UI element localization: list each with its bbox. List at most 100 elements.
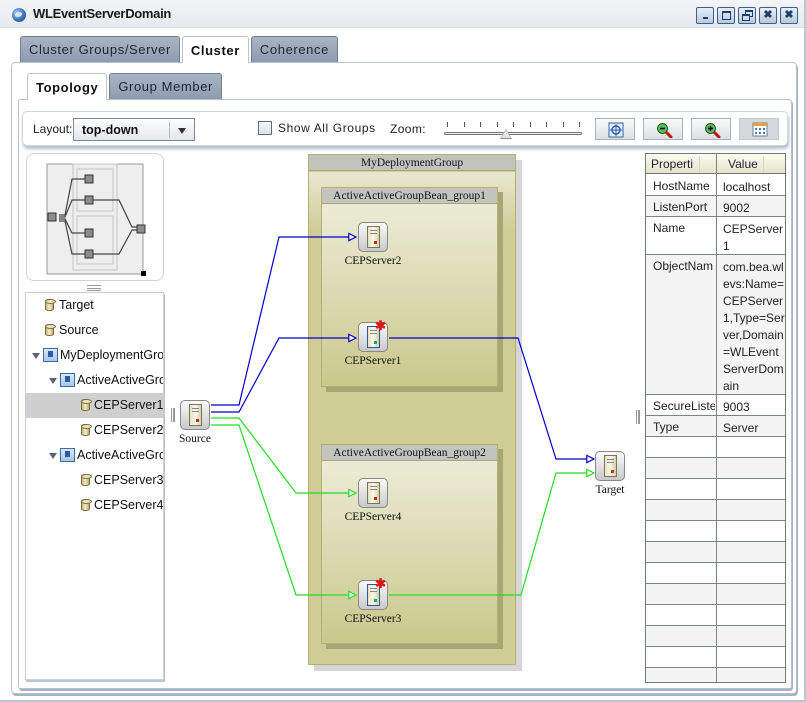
tab-cluster-groups-server[interactable]: Cluster Groups/Server — [20, 36, 180, 62]
property-value: localhost — [723, 180, 771, 194]
node-label-source: Source — [179, 433, 211, 445]
close-all-icon: ✖ — [763, 9, 773, 21]
primary-star-icon: ✱ — [375, 318, 386, 333]
property-value: com.bea.wlevs:Name=CEPServer1,Type=Serve… — [723, 260, 785, 393]
restore-button[interactable] — [738, 7, 756, 24]
maximize-icon — [722, 11, 731, 20]
edge-source-cep1 — [211, 338, 356, 413]
property-value: 9003 — [723, 400, 750, 414]
tab-coherence[interactable]: Coherence — [250, 36, 338, 62]
node-cepserver2[interactable] — [358, 222, 388, 252]
inner-tab-bar: Topology Group Member — [27, 73, 222, 100]
minimize-icon — [703, 17, 708, 19]
node-source[interactable] — [180, 400, 210, 430]
server-icon — [45, 299, 56, 311]
overview-minimap[interactable] — [26, 153, 164, 281]
node-label-cepserver3: CEPServer3 — [344, 613, 402, 625]
tree-item-target[interactable]: Target — [26, 293, 163, 318]
group-icon — [43, 348, 58, 362]
close-all-button[interactable]: ✖ — [759, 7, 777, 24]
close-button[interactable]: ✖ — [780, 7, 798, 24]
tree-item-source[interactable]: Source — [26, 318, 163, 343]
property-key: SecureListe — [653, 399, 715, 413]
node-cepserver1[interactable]: ✱ — [358, 318, 388, 352]
server-icon — [81, 424, 92, 436]
topology-tree: Target Source MyDeploymentGro ActiveActi… — [25, 292, 164, 680]
grid-view-button[interactable] — [739, 118, 779, 140]
group-icon — [60, 373, 75, 387]
node-label-cepserver2: CEPServer2 — [344, 255, 402, 267]
expand-triangle-icon[interactable] — [49, 453, 57, 459]
close-icon: ✖ — [784, 9, 794, 21]
connection-edges — [211, 150, 642, 684]
minimap-graphic — [46, 163, 146, 276]
zoom-slider[interactable] — [443, 120, 583, 142]
expand-triangle-icon[interactable] — [49, 378, 57, 384]
zoom-slider-tick — [463, 122, 465, 127]
tab-cluster[interactable]: Cluster — [181, 36, 249, 63]
edge-source-cep4 — [211, 417, 356, 493]
topology-canvas[interactable]: MyDeploymentGroup ActiveActiveGroupBean_… — [166, 150, 642, 684]
zoom-in-button[interactable] — [691, 118, 731, 140]
maximize-button[interactable] — [717, 7, 735, 24]
zoom-slider-tick — [480, 122, 481, 127]
tree-item-cepserver4[interactable]: CEPServer4 — [26, 493, 163, 518]
tree-item-cepserver3[interactable]: CEPServer3 — [26, 468, 163, 493]
grid-view-icon — [752, 122, 768, 137]
node-target[interactable] — [595, 451, 625, 481]
layout-label: Layout: — [33, 122, 73, 136]
zoom-out-icon — [657, 123, 673, 138]
topology-toolbar: Layout: top-down Show All Groups Zoom: — [22, 111, 788, 146]
zoom-slider-thumb[interactable] — [500, 129, 513, 139]
tree-item-cepserver2[interactable]: CEPServer2 — [26, 418, 163, 443]
fit-to-window-icon — [608, 122, 624, 138]
fit-to-window-button[interactable] — [595, 118, 635, 140]
tree-item-cepserver1[interactable]: CEPServer1 — [26, 393, 163, 418]
server-icon — [81, 399, 92, 411]
column-header-property[interactable]: Properti — [651, 157, 693, 171]
zoom-slider-tick — [496, 122, 498, 127]
show-all-groups-label[interactable]: Show All Groups — [278, 121, 376, 135]
layout-value: top-down — [82, 123, 139, 137]
zoom-slider-tick — [447, 122, 448, 127]
zoom-slider-track — [444, 132, 582, 135]
group-icon — [60, 448, 75, 462]
zoom-in-icon — [705, 123, 721, 138]
zoom-slider-tick — [546, 122, 547, 127]
tab-topology[interactable]: Topology — [27, 73, 108, 100]
primary-star-icon: ✱ — [375, 576, 386, 591]
horizontal-splitter-grip[interactable] — [87, 285, 101, 291]
window-title: WLEventServerDomain — [33, 6, 172, 21]
domain-globe-icon — [12, 8, 26, 22]
node-cepserver3[interactable]: ✱ — [358, 576, 388, 610]
zoom-slider-tick — [579, 122, 580, 127]
tree-item-active-active-group-1[interactable]: ActiveActiveGrou — [26, 368, 163, 393]
server-icon — [45, 324, 56, 336]
node-label-cepserver4: CEPServer4 — [344, 511, 402, 523]
server-icon — [81, 474, 92, 486]
outer-tab-bar: Cluster Groups/Server Cluster Coherence — [20, 36, 338, 63]
edge-source-cep3 — [211, 424, 356, 595]
column-divider[interactable] — [716, 154, 717, 682]
show-all-groups-checkbox[interactable] — [258, 121, 272, 135]
property-key: ListenPort — [653, 200, 708, 214]
edge-cep3-target — [389, 473, 594, 596]
node-label-target: Target — [595, 484, 625, 496]
node-cepserver4[interactable] — [358, 478, 388, 508]
edge-cep1-target — [389, 337, 594, 459]
column-header-value[interactable]: Value — [728, 157, 758, 171]
tree-item-my-deployment-group[interactable]: MyDeploymentGro — [26, 343, 163, 368]
minimize-button[interactable] — [696, 7, 714, 24]
expand-triangle-icon[interactable] — [32, 353, 40, 359]
tab-group-member[interactable]: Group Member — [109, 73, 222, 99]
property-key: ObjectNam — [653, 259, 714, 273]
tree-item-active-active-group-2[interactable]: ActiveActiveGrou — [26, 443, 163, 468]
zoom-slider-tick — [562, 122, 564, 127]
zoom-label: Zoom: — [390, 122, 427, 136]
property-value: CEPServer1 — [723, 222, 784, 253]
server-icon — [81, 499, 92, 511]
zoom-out-button[interactable] — [643, 118, 683, 140]
layout-select[interactable]: top-down — [73, 118, 195, 141]
server-icon — [604, 455, 617, 477]
chevron-down-icon — [178, 128, 186, 134]
